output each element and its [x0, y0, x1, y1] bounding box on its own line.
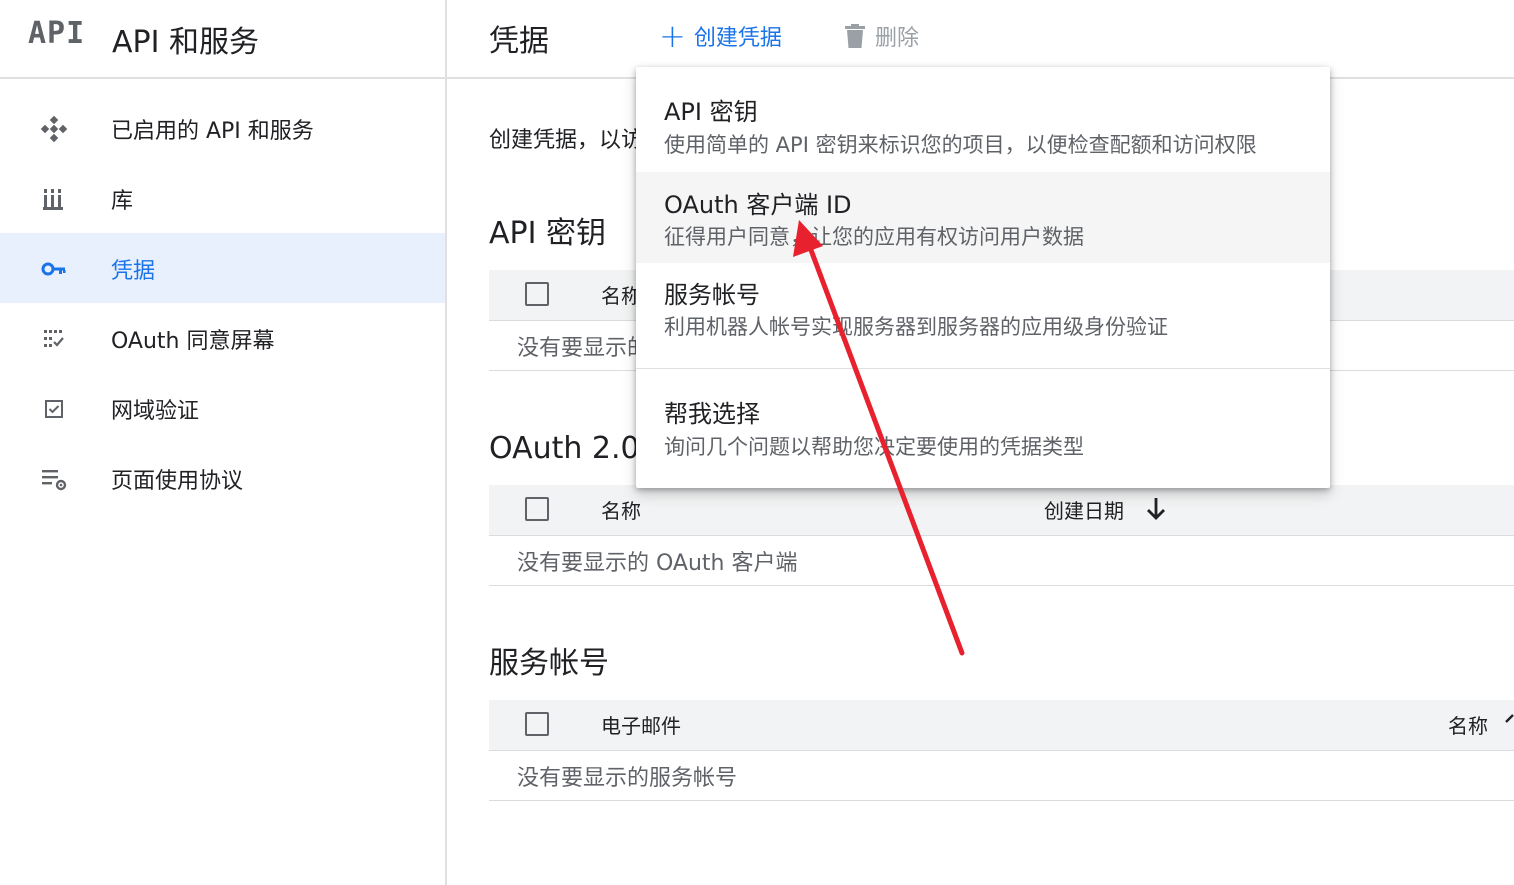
select-all-checkbox[interactable] [525, 712, 549, 736]
sidebar-header: API API 和服务 [0, 0, 445, 79]
sidebar-item-credentials[interactable]: 凭据 [0, 233, 445, 303]
menu-item-oauth-client-id[interactable]: OAuth 客户端 ID 征得用户同意，让您的应用有权访问用户数据 [636, 172, 1330, 263]
menu-item-description: 询问几个问题以帮助您决定要使用的凭据类型 [664, 435, 1084, 459]
menu-item-service-account[interactable]: 服务帐号 利用机器人帐号实现服务器到服务器的应用级身份验证 [636, 263, 1330, 368]
menu-item-api-key[interactable]: API 密钥 使用简单的 API 密钥来标识您的项目，以便检查配额和访问权限 [636, 67, 1330, 172]
delete-label: 删除 [875, 26, 920, 51]
sidebar-item-library[interactable]: 库 [0, 163, 445, 233]
section-title-service-accounts: 服务帐号 [489, 646, 609, 681]
empty-message: 没有要显示的服务帐号 [517, 766, 738, 791]
sidebar-item-label: 已启用的 API 和服务 [111, 119, 314, 144]
sidebar-item-label: 库 [111, 189, 134, 214]
library-icon [43, 189, 63, 210]
select-all-checkbox[interactable] [525, 282, 549, 306]
menu-item-title: 帮我选择 [664, 400, 760, 428]
menu-item-title: OAuth 客户端 ID [664, 191, 852, 219]
column-header-name[interactable]: 名称 [601, 280, 641, 309]
sidebar-item-oauth-consent[interactable]: OAuth 同意屏幕 [0, 303, 445, 373]
plus-icon: + [659, 17, 686, 55]
sidebar-item-domain-verification[interactable]: 网域验证 [0, 373, 445, 443]
menu-item-description: 使用简单的 API 密钥来标识您的项目，以便检查配额和访问权限 [664, 133, 1257, 157]
sidebar-item-label: 凭据 [111, 259, 156, 284]
menu-item-description: 利用机器人帐号实现服务器到服务器的应用级身份验证 [664, 315, 1168, 339]
trash-icon [845, 24, 865, 48]
oauth-table-header: 名称 创建日期 [489, 485, 1514, 536]
delete-button[interactable]: 删除 [845, 18, 919, 54]
column-header-name[interactable]: 名称 [1448, 710, 1488, 739]
create-credentials-button[interactable]: + 创建凭据 [659, 18, 782, 54]
empty-message: 没有要显示的 OAuth 客户端 [517, 551, 798, 576]
sidebar-item-label: 网域验证 [111, 399, 200, 424]
menu-item-title: API 密钥 [664, 98, 758, 126]
sidebar-item-label: OAuth 同意屏幕 [111, 329, 275, 354]
column-header-email[interactable]: 电子邮件 [601, 710, 681, 739]
section-title-api-keys: API 密钥 [489, 216, 606, 251]
select-all-checkbox[interactable] [525, 497, 549, 521]
api-logo: API [28, 16, 86, 51]
sidebar-title: API 和服务 [112, 25, 259, 60]
create-credentials-menu: API 密钥 使用简单的 API 密钥来标识您的项目，以便检查配额和访问权限 O… [636, 67, 1330, 488]
empty-message: 没有要显示的 [517, 336, 650, 361]
arrow-up-icon[interactable] [1505, 714, 1514, 728]
oauth-empty-row: 没有要显示的 OAuth 客户端 [489, 535, 1514, 586]
menu-item-help-me-choose[interactable]: 帮我选择 询问几个问题以帮助您决定要使用的凭据类型 [636, 369, 1330, 488]
create-credentials-label: 创建凭据 [693, 26, 782, 51]
sidebar-item-page-usage[interactable]: 页面使用协议 [0, 443, 445, 513]
page-title: 凭据 [489, 24, 549, 59]
service-accounts-table-header: 电子邮件 名称 [489, 700, 1514, 751]
sidebar-item-enabled-apis[interactable]: 已启用的 API 和服务 [0, 93, 445, 163]
settings-list-icon [42, 470, 67, 491]
menu-item-description: 征得用户同意，让您的应用有权访问用户数据 [664, 225, 1084, 249]
arrow-down-icon[interactable] [1145, 496, 1167, 522]
consent-icon [44, 330, 64, 347]
sidebar-item-label: 页面使用协议 [111, 469, 244, 494]
checkbox-verify-icon [45, 400, 63, 418]
menu-item-title: 服务帐号 [664, 281, 760, 309]
intro-text: 创建凭据，以访 [489, 128, 644, 153]
key-icon [41, 262, 66, 276]
service-accounts-empty-row: 没有要显示的服务帐号 [489, 750, 1514, 801]
column-header-name[interactable]: 名称 [601, 495, 641, 524]
api-diamond-icon [40, 115, 68, 143]
sidebar: API API 和服务 已启用的 API 和服务 库 凭据 OAuth 同意屏幕… [0, 0, 447, 885]
column-header-created-date[interactable]: 创建日期 [1044, 495, 1124, 524]
